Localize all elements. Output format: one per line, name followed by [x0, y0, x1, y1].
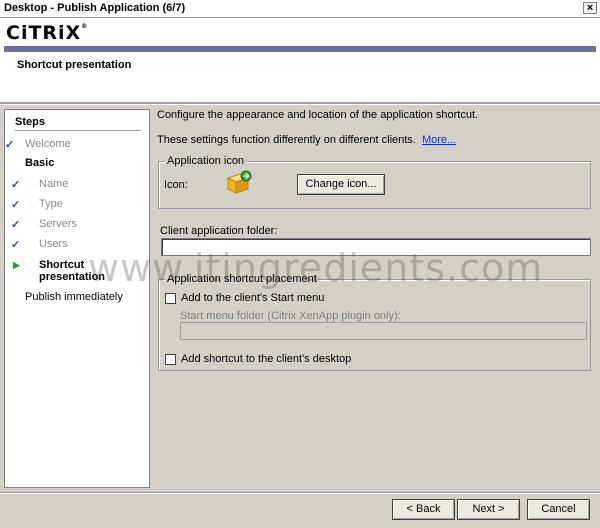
more-link[interactable]: More... — [422, 134, 456, 146]
start-menu-checkbox[interactable] — [165, 293, 176, 304]
logo-text: CiTRiX — [6, 22, 82, 44]
citrix-logo: CiTRiX® — [6, 22, 88, 44]
step-users: ✓ Users — [11, 238, 68, 251]
desktop-shortcut-checkbox[interactable] — [165, 354, 176, 365]
title-bar: Desktop - Publish Application (6/7) × — [0, 0, 600, 18]
wizard-header: CiTRiX® Shortcut presentation — [0, 18, 600, 102]
step-label: Name — [39, 178, 69, 190]
current-step-arrow-icon: ▶ — [13, 260, 20, 270]
start-menu-checkbox-label[interactable]: Add to the client's Start menu — [181, 292, 324, 304]
steps-title: Steps — [15, 116, 45, 128]
intro-text: Configure the appearance and location of… — [157, 109, 479, 121]
step-label: Shortcut presentation — [39, 259, 106, 283]
step-label: Publish immediately — [25, 291, 123, 303]
start-menu-folder-label: Start menu folder (Citrix XenApp plugin … — [180, 310, 401, 322]
settings-note: These settings function differently on d… — [157, 134, 456, 146]
logo-mark: ® — [81, 23, 89, 30]
step-label: Users — [39, 238, 68, 250]
client-folder-label: Client application folder: — [160, 225, 278, 237]
change-icon-button[interactable]: Change icon... — [297, 174, 385, 195]
step-label: Basic — [25, 157, 55, 169]
settings-note-text: These settings function differently on d… — [157, 134, 416, 146]
header-accent-bar — [4, 46, 596, 52]
wizard-content: Configure the appearance and location of… — [157, 109, 595, 488]
back-button[interactable]: < Back — [392, 499, 455, 520]
page-title: Shortcut presentation — [17, 59, 132, 71]
check-icon: ✓ — [11, 239, 21, 251]
shortcut-placement-group: Application shortcut placement Add to th… — [158, 273, 591, 371]
icon-label: Icon: — [164, 179, 188, 191]
step-label: Welcome — [25, 138, 71, 150]
check-icon: ✓ — [11, 219, 21, 231]
check-icon: ✓ — [11, 199, 21, 211]
step-welcome: ✓ Welcome — [5, 138, 71, 151]
header-divider — [0, 102, 600, 105]
cancel-button[interactable]: Cancel — [527, 499, 590, 520]
step-publish-immediately: Publish immediately — [25, 291, 123, 303]
step-shortcut-presentation: ▶ Shortcut presentation — [13, 259, 119, 283]
desktop-shortcut-checkbox-label[interactable]: Add shortcut to the client's desktop — [181, 353, 351, 365]
application-package-icon — [226, 170, 252, 194]
window-title: Desktop - Publish Application (6/7) — [4, 2, 186, 14]
footer-divider — [0, 492, 600, 494]
step-label: Type — [39, 198, 63, 210]
next-button[interactable]: Next > — [457, 499, 520, 520]
application-icon-legend: Application icon — [165, 155, 247, 167]
step-name: ✓ Name — [11, 178, 69, 191]
step-servers: ✓ Servers — [11, 218, 77, 231]
shortcut-placement-legend: Application shortcut placement — [165, 273, 319, 285]
step-type: ✓ Type — [11, 198, 63, 211]
check-icon: ✓ — [11, 179, 21, 191]
check-icon: ✓ — [5, 139, 15, 151]
steps-divider — [15, 130, 141, 131]
steps-panel: Steps ✓ Welcome Basic ✓ Name ✓ Type ✓ Se… — [4, 109, 150, 488]
close-button[interactable]: × — [583, 2, 597, 14]
step-section-basic: Basic — [25, 157, 54, 169]
client-folder-input[interactable] — [161, 238, 591, 256]
start-menu-folder-input[interactable] — [180, 322, 587, 340]
step-label: Servers — [39, 218, 77, 230]
